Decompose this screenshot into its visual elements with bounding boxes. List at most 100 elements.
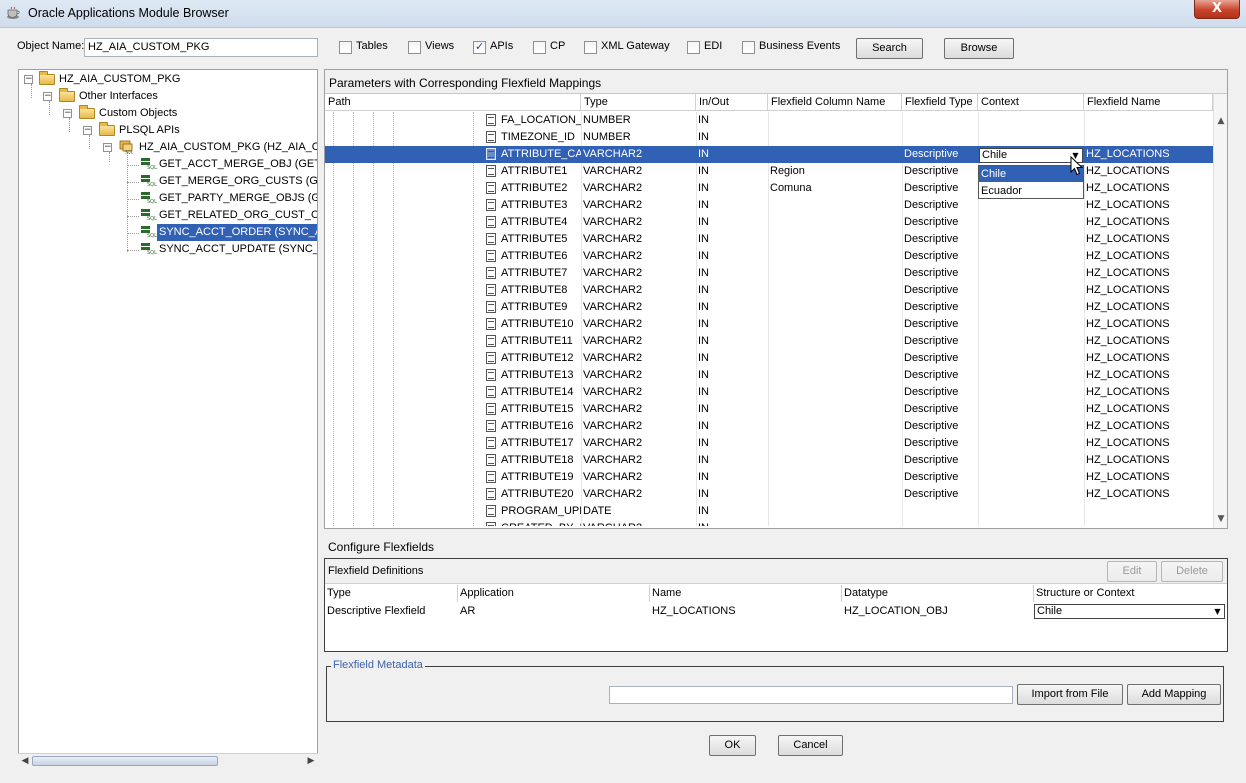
parameter-row[interactable]: ATTRIBUTE10 VARCHAR2 IN Descriptive HZ_LOCAT… xyxy=(325,316,1213,333)
parameter-row[interactable]: ATTRIBUTE4 VARCHAR2 IN Descriptive HZ_LOCATI… xyxy=(325,214,1213,231)
column-header-application[interactable]: Application xyxy=(458,585,650,602)
chevron-down-icon[interactable]: ▼ xyxy=(1212,606,1223,617)
context-option-chile[interactable]: Chile xyxy=(979,166,1083,182)
structure-context-combo[interactable]: Chile ▼ xyxy=(1034,604,1225,619)
tree-node-root[interactable]: − HZ_AIA_CUSTOM_PKG xyxy=(19,71,317,88)
parameter-row[interactable]: ATTRIBUTE6 VARCHAR2 IN Descriptive HZ_LOCATI… xyxy=(325,248,1213,265)
scrollbar-thumb[interactable] xyxy=(32,756,218,766)
parameter-row[interactable]: ATTRIBUTE3 VARCHAR2 IN Descriptive HZ_LOCATI… xyxy=(325,197,1213,214)
flexfield-application-cell[interactable]: AR xyxy=(458,603,475,620)
context-dropdown-list[interactable]: Chile Ecuador xyxy=(978,165,1084,199)
flexfield-datatype-cell[interactable]: HZ_LOCATION_OBJ xyxy=(842,603,948,620)
import-from-file-button[interactable]: Import from File xyxy=(1017,684,1123,705)
column-header-inout[interactable]: In/Out xyxy=(696,94,768,111)
parameter-row[interactable]: ATTRIBUTE7 VARCHAR2 IN Descriptive HZ_LOCATI… xyxy=(325,265,1213,282)
search-button[interactable]: Search xyxy=(856,38,923,59)
flexfield-definitions-table[interactable]: Flexfield Definitions Edit Delete Type A… xyxy=(324,558,1228,652)
parameter-row[interactable]: CREATED_BY_MODULEVARCHAR2IN xyxy=(325,520,1213,526)
scroll-up-icon[interactable]: ▲ xyxy=(1214,114,1228,128)
parameter-row[interactable]: ATTRIBUTE9 VARCHAR2 IN Descriptive HZ_LOCATI… xyxy=(325,299,1213,316)
parameter-row[interactable]: ATTRIBUTE19 VARCHAR2 IN Descriptive HZ_LOCAT… xyxy=(325,469,1213,486)
param-flexfield-name-cell xyxy=(1084,112,1213,129)
column-header-path[interactable]: Path xyxy=(325,94,581,111)
param-flexfield-type-cell: Descriptive xyxy=(904,165,959,177)
scroll-down-icon[interactable]: ▼ xyxy=(1214,512,1228,526)
parameter-row[interactable]: ATTRIBUTE13 VARCHAR2 IN Descriptive HZ_LOCAT… xyxy=(325,367,1213,384)
column-header-type[interactable]: Type xyxy=(581,94,696,111)
parameter-row[interactable]: PROGRAM_UPDATE_DATEDATE IN xyxy=(325,503,1213,520)
context-combo-value: Chile xyxy=(982,149,1008,161)
delete-button[interactable]: Delete xyxy=(1161,561,1223,582)
browse-button[interactable]: Browse xyxy=(944,38,1014,59)
flexfield-name-cell[interactable]: HZ_LOCATIONS xyxy=(650,603,736,620)
collapse-toggle-icon[interactable]: − xyxy=(43,92,52,101)
views-checkbox[interactable] xyxy=(408,41,421,54)
param-flexfield-name-cell: HZ_LOCATIONS xyxy=(1086,267,1170,279)
param-flexfield-column-cell xyxy=(768,316,901,333)
tree-node-get-party-merge-objs[interactable]: SQL GET_PARTY_MERGE_OBJS (GET_ xyxy=(19,190,317,207)
parameter-row[interactable]: ATTRIBUTE11 VARCHAR2 IN Descriptive HZ_LOCAT… xyxy=(325,333,1213,350)
tables-checkbox[interactable] xyxy=(339,41,352,54)
parameter-row[interactable]: ATTRIBUTE15 VARCHAR2 IN Descriptive HZ_LOCAT… xyxy=(325,401,1213,418)
tree-node-custom-objects[interactable]: − Custom Objects xyxy=(19,105,317,122)
scroll-left-icon[interactable]: ◀ xyxy=(18,754,32,768)
column-header-type[interactable]: Type xyxy=(325,585,458,602)
object-name-input[interactable]: HZ_AIA_CUSTOM_PKG xyxy=(84,38,318,57)
tree-node-sync-acct-order[interactable]: SQL SYNC_ACCT_ORDER (SYNC_ACC xyxy=(19,224,317,241)
object-tree[interactable]: − HZ_AIA_CUSTOM_PKG − Other Interfaces −… xyxy=(18,69,318,767)
parameter-row[interactable]: ATTRIBUTE12 VARCHAR2 IN Descriptive HZ_LOCAT… xyxy=(325,350,1213,367)
column-header-datatype[interactable]: Datatype xyxy=(842,585,1034,602)
add-mapping-button[interactable]: Add Mapping xyxy=(1127,684,1221,705)
parameter-row[interactable]: TIMEZONE_ID NUMBER IN xyxy=(325,129,1213,146)
parameter-row[interactable]: ATTRIBUTE14 VARCHAR2 IN Descriptive HZ_LOCAT… xyxy=(325,384,1213,401)
scroll-right-icon[interactable]: ▶ xyxy=(304,754,318,768)
parameter-row[interactable]: FA_LOCATION_IDNUMBER IN xyxy=(325,112,1213,129)
column-header-flexfield-name[interactable]: Flexfield Name xyxy=(1084,94,1213,111)
parameter-row[interactable]: ATTRIBUTE16 VARCHAR2 IN Descriptive HZ_LOCAT… xyxy=(325,418,1213,435)
tree-node-package[interactable]: − SQL HZ_AIA_CUSTOM_PKG (HZ_AIA_CUS xyxy=(19,139,317,156)
tree-node-get-acct-merge-obj[interactable]: SQL GET_ACCT_MERGE_OBJ (GET_AC xyxy=(19,156,317,173)
flexfield-type-cell[interactable]: Descriptive Flexfield xyxy=(325,603,425,620)
apis-checkbox[interactable] xyxy=(473,40,486,54)
tree-node-get-merge-org-custs[interactable]: SQL GET_MERGE_ORG_CUSTS (GET_ xyxy=(19,173,317,190)
collapse-toggle-icon[interactable]: − xyxy=(24,75,33,84)
edit-button[interactable]: Edit xyxy=(1107,561,1157,582)
ok-button[interactable]: OK xyxy=(709,735,756,756)
tree-horizontal-scrollbar[interactable]: ◀ ▶ xyxy=(18,753,318,767)
collapse-toggle-icon[interactable]: − xyxy=(103,143,112,152)
cancel-button[interactable]: Cancel xyxy=(778,735,843,756)
collapse-toggle-icon[interactable]: − xyxy=(63,109,72,118)
param-path-cell: ATTRIBUTE15 xyxy=(501,403,574,415)
cp-checkbox[interactable] xyxy=(533,41,546,54)
parameters-vertical-scrollbar[interactable]: ▲ ▼ xyxy=(1213,94,1227,528)
business-events-checkbox[interactable] xyxy=(742,41,755,54)
column-header-context[interactable]: Context xyxy=(978,94,1084,111)
parameter-icon xyxy=(486,437,496,449)
edi-checkbox[interactable] xyxy=(687,41,700,54)
context-combo[interactable]: Chile ▼ xyxy=(979,148,1083,163)
object-name-label: Object Name: xyxy=(17,40,85,52)
context-option-ecuador[interactable]: Ecuador xyxy=(979,183,1083,199)
collapse-toggle-icon[interactable]: − xyxy=(83,126,92,135)
close-button[interactable]: X xyxy=(1194,0,1240,19)
parameter-row[interactable]: ATTRIBUTE18 VARCHAR2 IN Descriptive HZ_LOCAT… xyxy=(325,452,1213,469)
param-flexfield-type-cell: Descriptive xyxy=(904,318,959,330)
parameter-row[interactable]: ATTRIBUTE5 VARCHAR2 IN Descriptive HZ_LOCATI… xyxy=(325,231,1213,248)
param-flexfield-name-cell: HZ_LOCATIONS xyxy=(1086,488,1170,500)
column-header-structure-or-context[interactable]: Structure or Context xyxy=(1034,585,1227,602)
tree-node-sync-acct-update[interactable]: SQL SYNC_ACCT_UPDATE (SYNC_AC xyxy=(19,241,317,258)
parameter-row[interactable]: ATTRIBUTE8 VARCHAR2 IN Descriptive HZ_LOCATI… xyxy=(325,282,1213,299)
metadata-file-path-input[interactable] xyxy=(609,686,1013,704)
column-header-name[interactable]: Name xyxy=(650,585,842,602)
tree-node-plsql-apis[interactable]: − PLSQL APIs xyxy=(19,122,317,139)
column-header-flexfield-type[interactable]: Flexfield Type xyxy=(902,94,978,111)
tree-node-get-related-org-cust-objs[interactable]: SQL GET_RELATED_ORG_CUST_OBJS xyxy=(19,207,317,224)
tree-node-other-interfaces[interactable]: − Other Interfaces xyxy=(19,88,317,105)
xml-gateway-checkbox[interactable] xyxy=(584,41,597,54)
parameters-panel: Parameters with Corresponding Flexfield … xyxy=(324,69,1228,529)
column-header-flexfield-column-name[interactable]: Flexfield Column Name xyxy=(768,94,902,111)
parameter-row[interactable]: ATTRIBUTE20 VARCHAR2 IN Descriptive HZ_LOCAT… xyxy=(325,486,1213,503)
param-inout-cell: IN xyxy=(698,386,709,398)
param-flexfield-type-cell: Descriptive xyxy=(904,182,959,194)
parameter-row[interactable]: ATTRIBUTE17 VARCHAR2 IN Descriptive HZ_LOCAT… xyxy=(325,435,1213,452)
